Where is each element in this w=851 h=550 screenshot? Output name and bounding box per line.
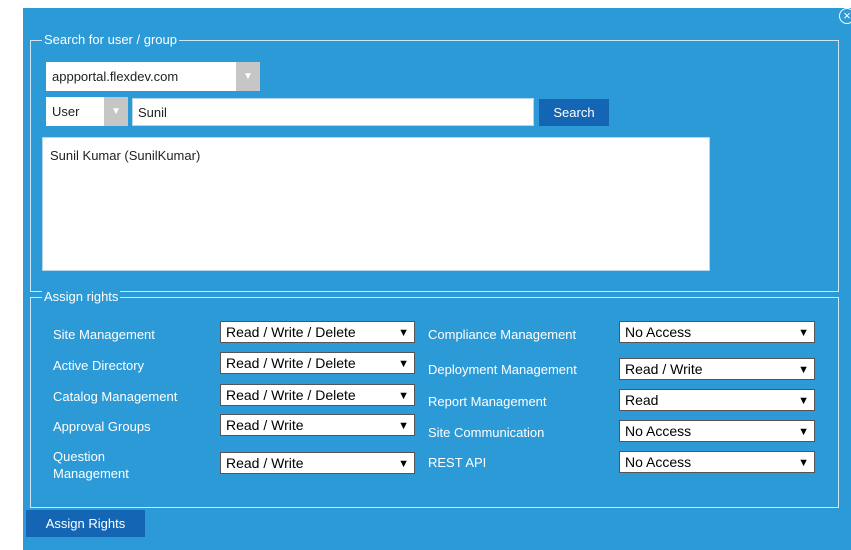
chevron-down-icon: ▼ — [236, 62, 260, 91]
right-label-active-directory: Active Directory — [53, 358, 145, 373]
search-input[interactable] — [132, 98, 534, 126]
right-label-site-communication: Site Communication — [428, 425, 545, 440]
close-icon[interactable]: × — [839, 8, 851, 24]
type-dropdown-value: User — [52, 104, 80, 119]
right-label-compliance-management: Compliance Management — [428, 327, 577, 342]
catalog-management-select[interactable]: Read / Write / Delete ▼ — [220, 384, 415, 406]
chevron-down-icon: ▼ — [398, 458, 409, 470]
domain-dropdown[interactable]: appportal.flexdev.com ▼ — [46, 62, 260, 91]
type-dropdown[interactable]: User ▼ — [46, 97, 128, 126]
search-legend: Search for user / group — [42, 32, 179, 47]
site-management-select[interactable]: Read / Write / Delete ▼ — [220, 321, 415, 343]
chevron-down-icon: ▼ — [798, 364, 809, 376]
right-label-report-management: Report Management — [428, 394, 547, 409]
right-label-site-management: Site Management — [53, 327, 155, 342]
chevron-down-icon: ▼ — [798, 426, 809, 438]
domain-dropdown-value: appportal.flexdev.com — [52, 69, 179, 84]
search-button[interactable]: Search — [539, 99, 609, 126]
right-label-catalog-management: Catalog Management — [53, 389, 178, 404]
chevron-down-icon: ▼ — [798, 395, 809, 407]
compliance-management-select[interactable]: No Access ▼ — [619, 321, 815, 343]
chevron-down-icon: ▼ — [398, 327, 409, 339]
active-directory-select[interactable]: Read / Write / Delete ▼ — [220, 352, 415, 374]
question-management-select[interactable]: Read / Write ▼ — [220, 452, 415, 474]
right-label-rest-api: REST API — [428, 455, 487, 470]
site-communication-select[interactable]: No Access ▼ — [619, 420, 815, 442]
chevron-down-icon: ▼ — [798, 327, 809, 339]
chevron-down-icon: ▼ — [398, 420, 409, 432]
assign-rights-button[interactable]: Assign Rights — [26, 510, 145, 537]
list-item[interactable]: Sunil Kumar (SunilKumar) — [50, 148, 200, 163]
rights-legend: Assign rights — [42, 289, 121, 304]
deployment-management-select[interactable]: Read / Write ▼ — [619, 358, 815, 380]
chevron-down-icon: ▼ — [798, 457, 809, 469]
rest-api-select[interactable]: No Access ▼ — [619, 451, 815, 473]
approval-groups-select[interactable]: Read / Write ▼ — [220, 414, 415, 436]
chevron-down-icon: ▼ — [398, 358, 409, 370]
right-label-deployment-management: Deployment Management — [428, 362, 577, 377]
assign-rights-dialog: × Search for user / group appportal.flex… — [23, 8, 851, 550]
chevron-down-icon: ▼ — [398, 390, 409, 402]
right-label-approval-groups: Approval Groups — [53, 419, 151, 434]
report-management-select[interactable]: Read ▼ — [619, 389, 815, 411]
right-label-question-management: Question Management — [53, 449, 129, 481]
search-results-list[interactable]: Sunil Kumar (SunilKumar) — [42, 137, 710, 271]
chevron-down-icon: ▼ — [104, 97, 128, 126]
